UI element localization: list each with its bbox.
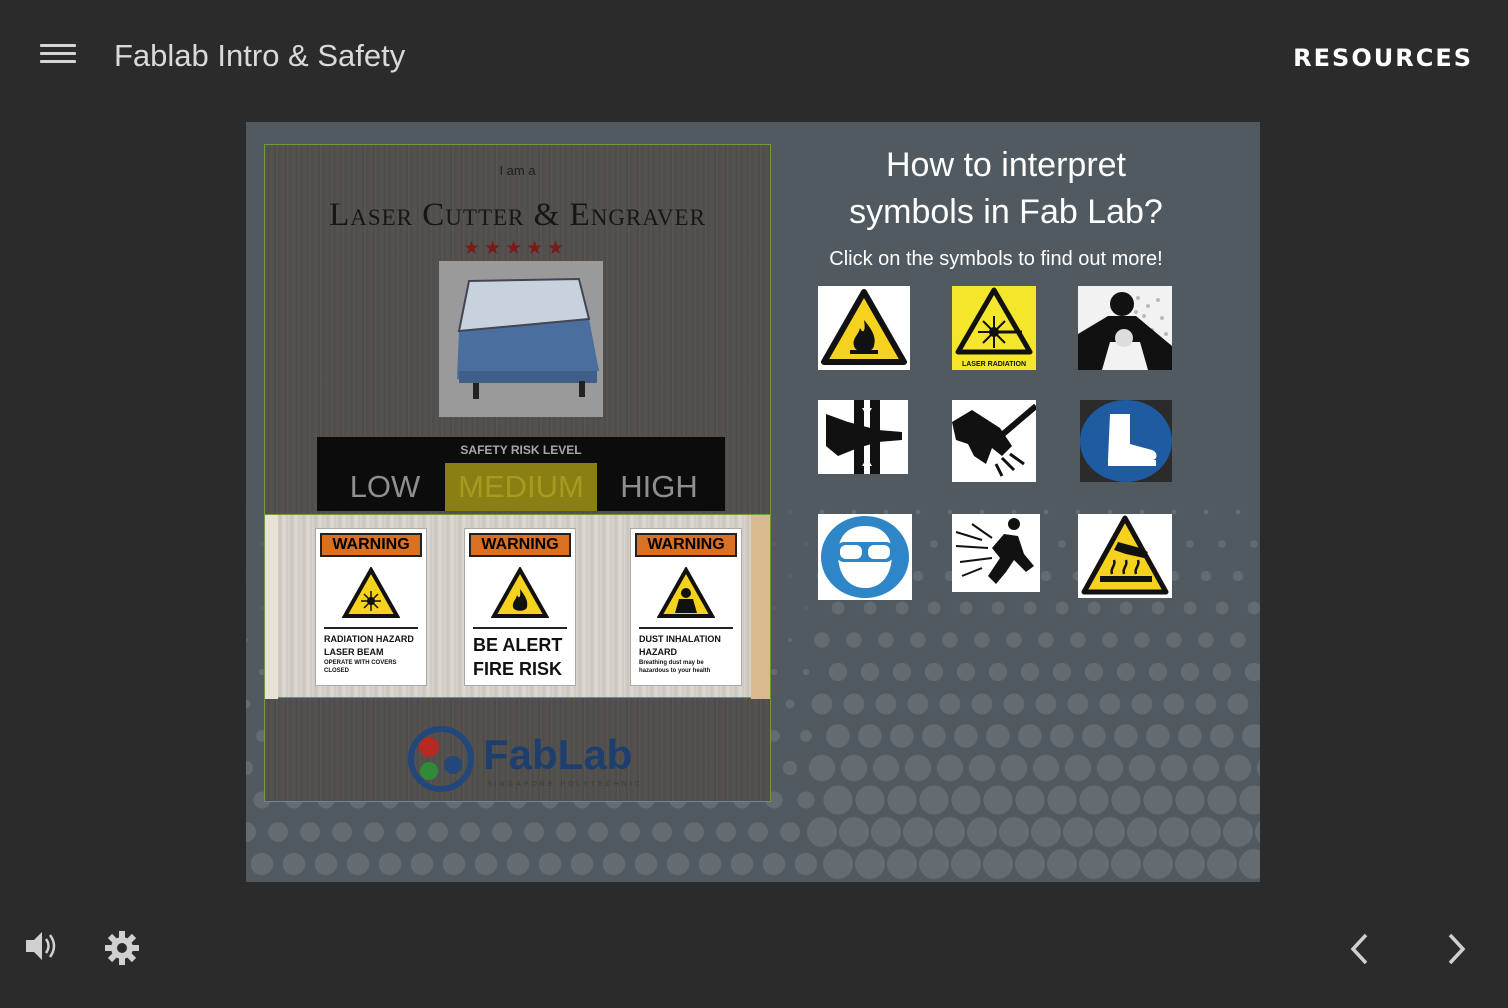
risk-level-high: HIGH [620, 469, 698, 504]
warning-header: WARNING [320, 533, 422, 557]
warning-signs-strip: WARNING RADIATION HAZARD LASER BEAM OPERAT… [265, 514, 770, 699]
player-controls [0, 900, 1508, 1008]
top-bar: Fablab Intro & Safety RESOURCES [0, 0, 1508, 116]
warning-header: WARNING [635, 533, 737, 557]
laser-radiation-warning-icon[interactable]: LASER RADIATION [952, 286, 1036, 370]
warning-line2: LASER BEAM [324, 647, 384, 657]
gear-icon[interactable] [104, 930, 140, 970]
slide: I am a Laser Cutter & Engraver ★★★★★ SAF… [246, 122, 1260, 882]
panel-title: How to interpret symbols in Fab Lab? [826, 142, 1186, 236]
warning-sign-radiation: WARNING RADIATION HAZARD LASER BEAM OPERAT… [316, 529, 426, 685]
panel-title-line2: symbols in Fab Lab? [849, 193, 1163, 231]
dust-inhalation-icon[interactable] [1078, 286, 1172, 370]
dust-warning-icon [657, 567, 715, 618]
safety-boots-icon[interactable] [1080, 400, 1172, 482]
volume-icon[interactable] [24, 930, 60, 966]
warning-line2: HAZARD [639, 647, 677, 657]
laser-radiation-label: LASER RADIATION [962, 361, 1026, 368]
flammable-warning-icon[interactable] [818, 286, 910, 370]
crush-hazard-icon[interactable] [818, 400, 908, 474]
warning-line2: FIRE RISK [473, 659, 563, 679]
laser-cutter-poster: I am a Laser Cutter & Engraver ★★★★★ SAF… [264, 144, 771, 802]
warning-note: OPERATE WITH COVERS CLOSED [324, 660, 397, 674]
fablab-logo-word: FabLab [483, 731, 633, 778]
risk-level-medium: MEDIUM [445, 463, 597, 511]
hand-cut-hazard-icon[interactable] [952, 400, 1036, 482]
warning-sign-dust: WARNING DUST INHALATION HAZARD Breathing d… [631, 529, 741, 685]
warning-header: WARNING [469, 533, 571, 557]
laser-warning-icon [342, 567, 400, 618]
warning-sign-fire: WARNING BE ALERT FIRE RISK [465, 529, 575, 685]
panel-title-line1: How to interpret [886, 146, 1126, 184]
eye-protection-icon[interactable] [818, 514, 912, 600]
chevron-left-icon[interactable] [1348, 932, 1372, 970]
fablab-logo: FabLab SINGAPORE POLYTECHNIC [407, 725, 647, 793]
chevron-right-icon[interactable] [1444, 932, 1468, 970]
electric-shock-icon[interactable] [952, 514, 1040, 592]
course-title: Fablab Intro & Safety [114, 38, 406, 73]
warning-line1: DUST INHALATION [639, 634, 721, 644]
fire-warning-icon [491, 567, 549, 618]
warning-line1: BE ALERT [473, 635, 563, 655]
hot-surface-warning-icon[interactable] [1078, 514, 1172, 598]
risk-level-low: LOW [349, 469, 421, 504]
safety-risk-level: SAFETY RISK LEVEL LOW MEDIUM HIGH [317, 437, 725, 511]
fablab-logo-subtitle: SINGAPORE POLYTECHNIC [487, 781, 643, 788]
risk-level-title: SAFETY RISK LEVEL [460, 443, 582, 457]
hamburger-menu-icon[interactable] [40, 44, 76, 70]
warning-line1: RADIATION HAZARD [324, 634, 414, 644]
panel-subtitle: Click on the symbols to find out more! [829, 248, 1163, 270]
fablab-logo-icon [408, 726, 474, 792]
warning-note: Breathing dust may be hazardous to your … [639, 660, 711, 674]
resources-button[interactable]: RESOURCES [1293, 44, 1473, 72]
